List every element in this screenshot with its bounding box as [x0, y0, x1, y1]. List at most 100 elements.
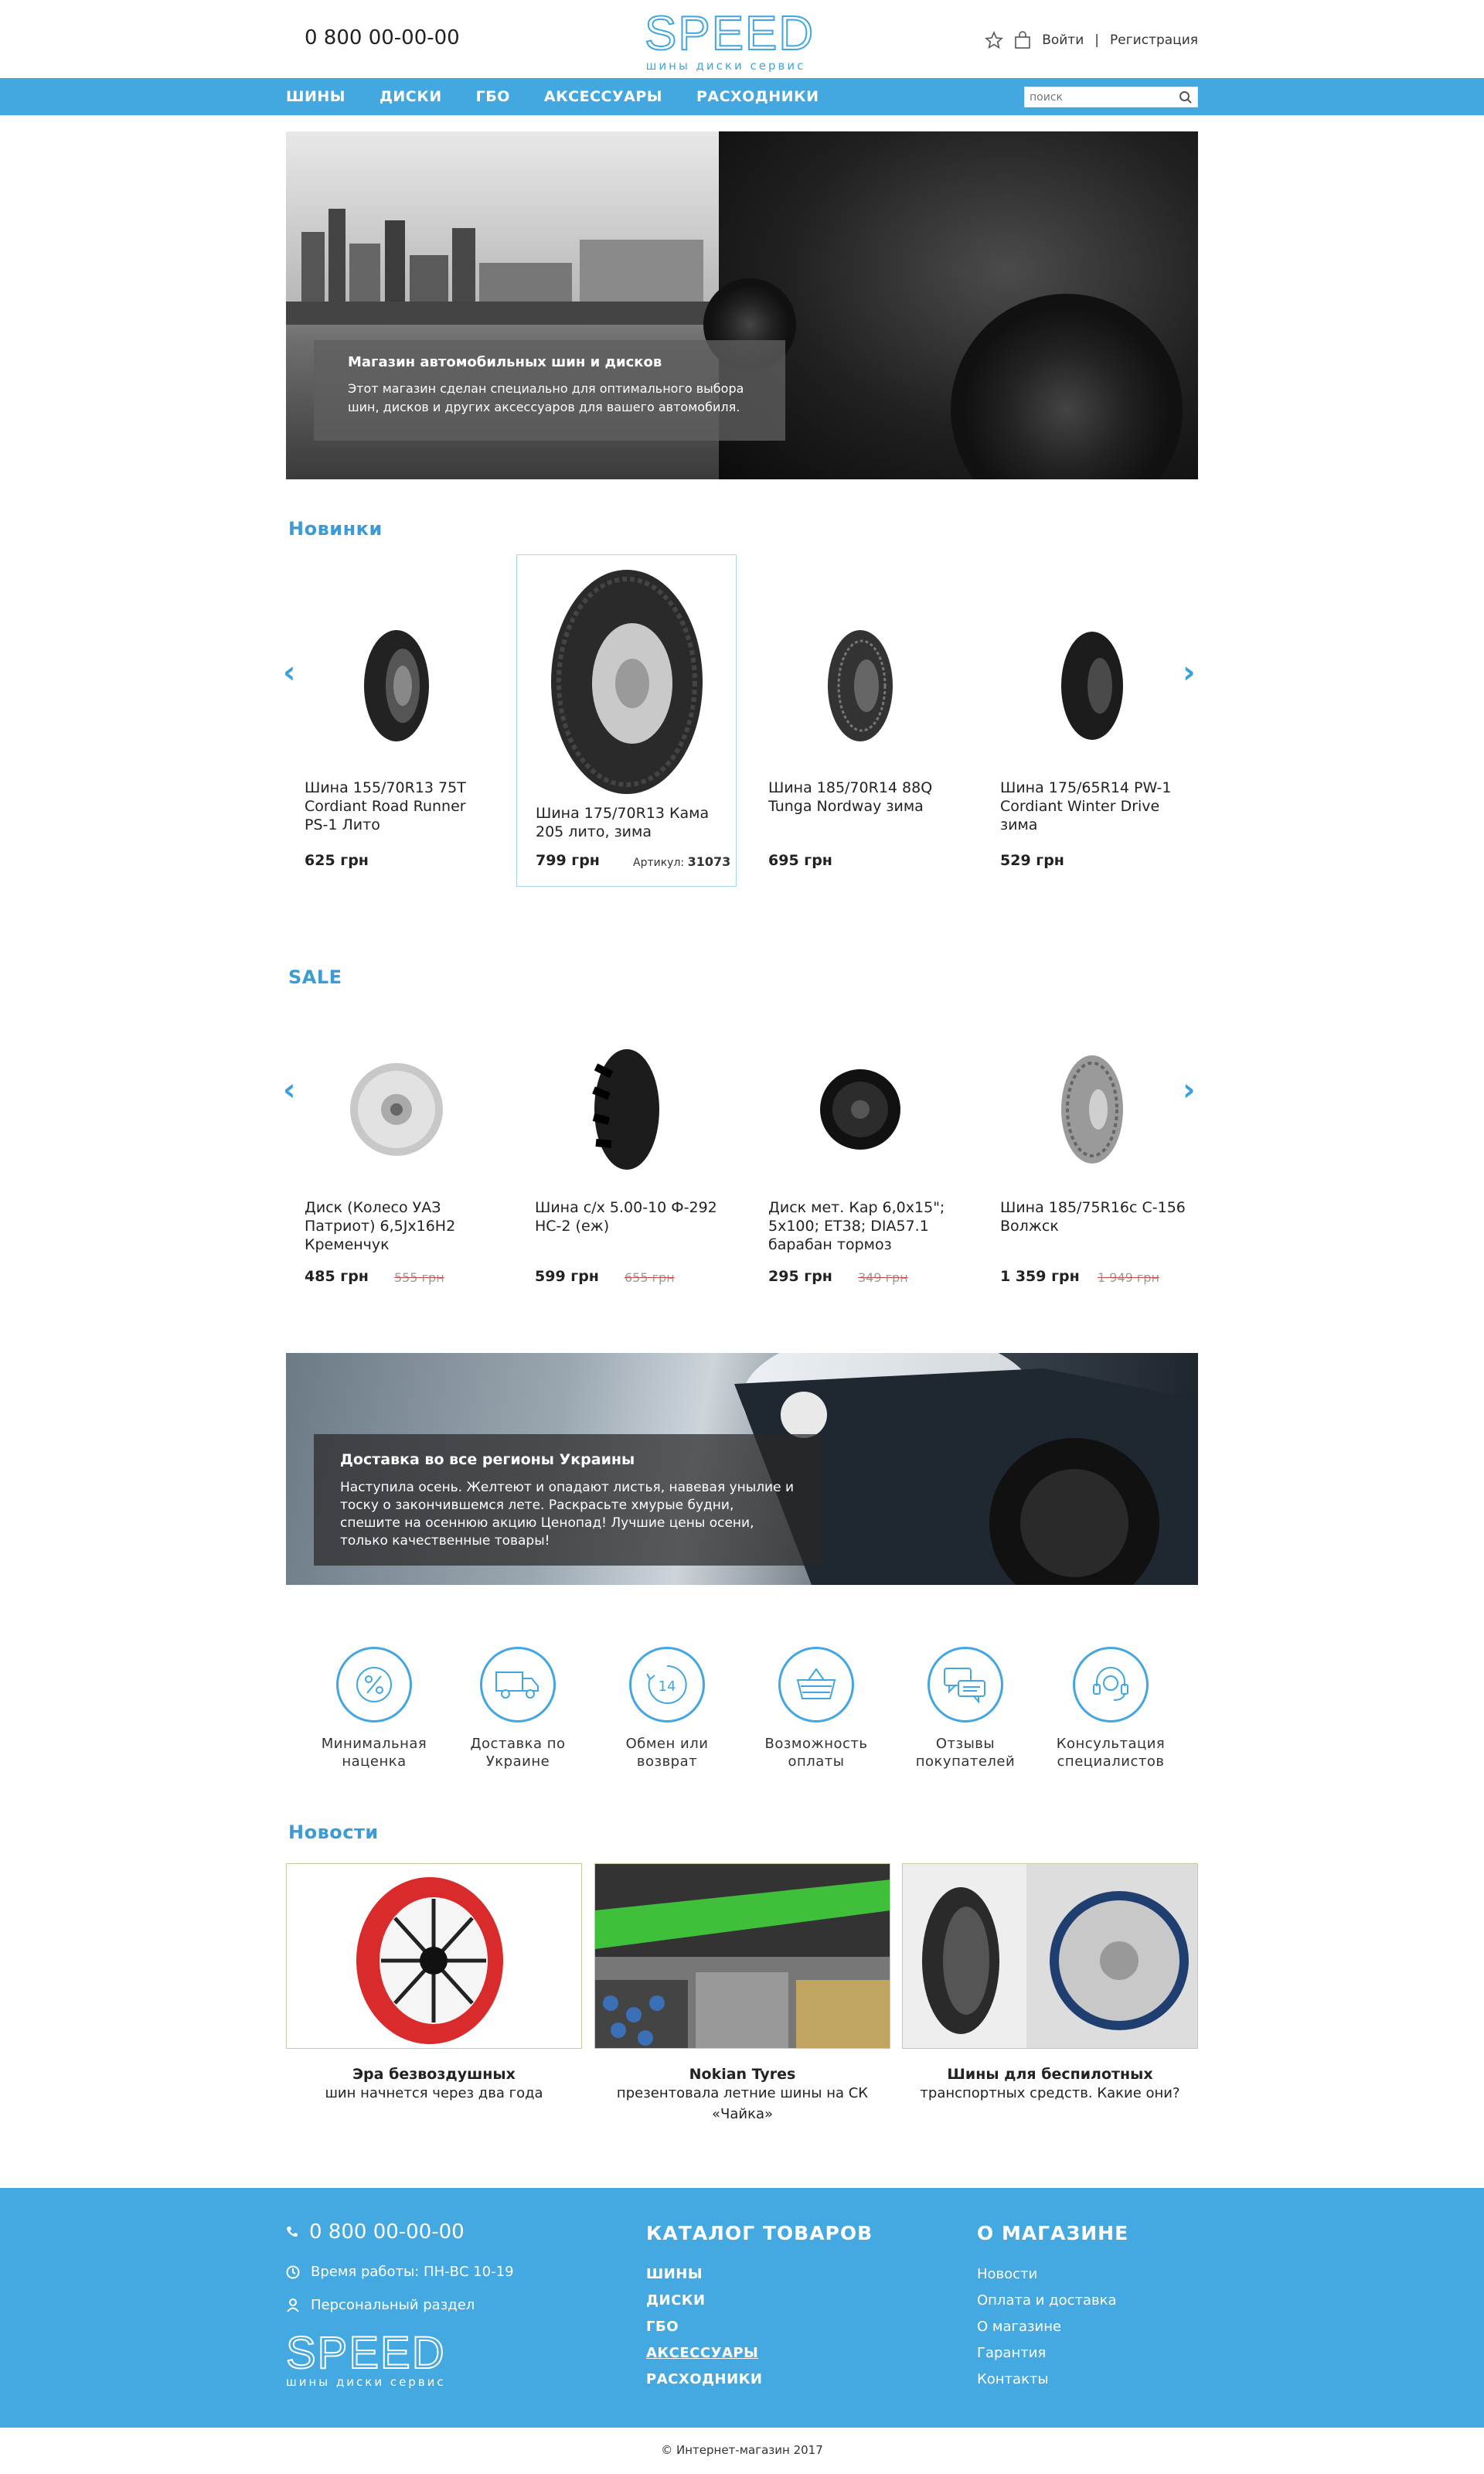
footer-link-accessories[interactable]: АКСЕССУАРЫ	[646, 2345, 873, 2361]
product-name[interactable]: Шина 175/65R14 PW-1 Cordiant Winter Driv…	[1000, 779, 1186, 834]
feature-payment[interactable]: Возможность оплаты	[754, 1647, 878, 1770]
footer-link-tires[interactable]: ШИНЫ	[646, 2266, 873, 2282]
footer-hours: Время работы: ПН-ВС 10-19	[311, 2264, 514, 2280]
news-title[interactable]: Nokian Tyres	[594, 2066, 890, 2083]
logo[interactable]: SPEED шины диски сервис	[644, 7, 815, 73]
product-image	[286, 628, 506, 744]
search-icon[interactable]	[1179, 90, 1193, 104]
feature-label: Минимальная наценка	[321, 1736, 427, 1770]
chat-icon	[944, 1668, 985, 1704]
delivery-banner[interactable]: Доставка во все регионы Украины Наступил…	[286, 1353, 1198, 1585]
footer-link-contacts[interactable]: Контакты	[977, 2371, 1128, 2387]
feature-markup[interactable]: Минимальная наценка	[312, 1647, 436, 1770]
product-name[interactable]: Шина 175/70R13 Кама 205 лито, зима	[536, 804, 721, 841]
product-image	[982, 1051, 1202, 1167]
footer: 0 800 00-00-00 Время работы: ПН-ВС 10-19…	[0, 2188, 1484, 2428]
news-item[interactable]: Nokian Tyres презентовала летние шины на…	[594, 1863, 890, 2125]
sale-card[interactable]: Диск (Колесо УАЗ Патриот) 6,5Jx16H2 Крем…	[286, 1028, 506, 1361]
nav-item-tires[interactable]: ШИНЫ	[286, 88, 345, 105]
product-name[interactable]: Шина 185/75R16с С-156 Волжск	[1000, 1198, 1186, 1235]
product-old-price: 555 грн	[394, 1270, 444, 1285]
news-image[interactable]	[594, 1863, 890, 2049]
product-card-active[interactable]: Шина 175/70R13 Кама 205 лито, зима 799 г…	[516, 554, 737, 887]
star-icon[interactable]	[985, 31, 1004, 49]
feature-delivery[interactable]: Доставка по Украине	[456, 1647, 580, 1770]
product-image	[750, 628, 970, 744]
feature-label: Отзывы покупателей	[915, 1736, 1016, 1770]
header-phone[interactable]: 0 800 00-00-00	[305, 26, 460, 49]
footer-about-title: О МАГАЗИНЕ	[977, 2222, 1129, 2244]
feature-return[interactable]: 14 Обмен или возврат	[605, 1647, 729, 1770]
product-price: 529 грн	[1000, 852, 1064, 869]
product-name[interactable]: Шина с/х 5.00-10 Ф-292 НС-2 (еж)	[535, 1198, 720, 1235]
footer-link-news[interactable]: Новости	[977, 2266, 1128, 2282]
footer-phone[interactable]: 0 800 00-00-00	[309, 2220, 465, 2244]
footer-link-warranty[interactable]: Гарантия	[977, 2345, 1128, 2361]
footer-about: О МАГАЗИНЕ Новости Оплата и доставка О м…	[977, 2222, 1128, 2397]
product-price: 695 грн	[768, 852, 832, 869]
product-name[interactable]: Диск (Колесо УАЗ Патриот) 6,5Jx16H2 Крем…	[305, 1198, 490, 1254]
product-name[interactable]: Диск мет. Кар 6,0x15"; 5x100; ET38; DIA5…	[768, 1198, 954, 1254]
footer-link-gbo[interactable]: ГБО	[646, 2319, 873, 2335]
footer-logo[interactable]: SPEED шины диски сервис	[285, 2328, 564, 2390]
product-old-price: 655 грн	[625, 1270, 675, 1285]
bag-icon[interactable]	[1014, 31, 1031, 49]
hero-banner[interactable]: Магазин автомобильных шин и дисков Этот …	[286, 131, 1198, 479]
product-card[interactable]: Шина 185/70R14 88Q Tunga Nordway зима 69…	[750, 554, 970, 887]
search-box	[1024, 87, 1198, 107]
news-section-title: Новости	[288, 1821, 379, 1843]
header-separator: |	[1094, 32, 1099, 48]
feature-consulting[interactable]: Консультация специалистов	[1049, 1647, 1173, 1770]
product-price: 599 грн	[535, 1268, 599, 1285]
sale-card[interactable]: Шина 185/75R16с С-156 Волжск 1 359 грн 1…	[982, 1028, 1202, 1361]
footer-catalog: КАТАЛОГ ТОВАРОВ ШИНЫ ДИСКИ ГБО АКСЕССУАР…	[646, 2222, 873, 2397]
clock-icon	[286, 2265, 300, 2278]
register-link[interactable]: Регистрация	[1110, 32, 1198, 48]
sale-card[interactable]: Диск мет. Кар 6,0x15"; 5x100; ET38; DIA5…	[750, 1028, 970, 1361]
news-image[interactable]	[286, 1863, 582, 2049]
copyright: © Интернет-магазин 2017	[661, 2443, 823, 2457]
nav-item-consumables[interactable]: РАСХОДНИКИ	[696, 88, 819, 105]
product-image	[286, 1059, 506, 1160]
hero-text: Этот магазин сделан специально для оптим…	[348, 381, 744, 414]
nav-item-gbo[interactable]: ГБО	[476, 88, 510, 105]
footer-personal-link[interactable]: Персональный раздел	[311, 2297, 475, 2313]
footer-link-about[interactable]: О магазине	[977, 2319, 1128, 2335]
product-card[interactable]: Шина 175/65R14 PW-1 Cordiant Winter Driv…	[982, 554, 1202, 887]
news-title[interactable]: Эра безвоздушных	[286, 2066, 582, 2083]
sale-section-title: SALE	[288, 966, 342, 988]
new-section-title: Новинки	[288, 518, 383, 540]
footer-logo-word: SPEED	[285, 2328, 446, 2378]
news-image[interactable]	[902, 1863, 1198, 2049]
news-title[interactable]: Шины для беспилотных	[902, 2066, 1198, 2083]
basket-icon	[796, 1668, 836, 1699]
nav-item-accessories[interactable]: АКСЕССУАРЫ	[544, 88, 662, 105]
hero-car-image	[703, 131, 1198, 479]
product-card[interactable]: Шина 155/70R13 75T Cordiant Road Runner …	[286, 554, 506, 887]
product-image	[517, 566, 736, 798]
login-link[interactable]: Войти	[1042, 32, 1084, 48]
product-old-price: 349 грн	[858, 1270, 908, 1285]
product-name[interactable]: Шина 185/70R14 88Q Tunga Nordway зима	[768, 779, 954, 816]
logo-tagline: шины диски сервис	[645, 59, 806, 73]
product-name[interactable]: Шина 155/70R13 75T Cordiant Road Runner …	[305, 779, 490, 834]
product-old-price: 1 949 грн	[1098, 1270, 1159, 1285]
search-input[interactable]	[1025, 87, 1172, 107]
news-item[interactable]: Шины для беспилотных транспортных средст…	[902, 1863, 1198, 2104]
return-14-icon: 14	[646, 1665, 687, 1704]
banner-caption: Доставка во все регионы Украины Наступил…	[314, 1434, 824, 1566]
truck-icon	[495, 1671, 539, 1699]
nav-item-rims[interactable]: ДИСКИ	[380, 88, 442, 105]
news-item[interactable]: Эра безвоздушных шин начнется через два …	[286, 1863, 582, 2104]
footer-link-rims[interactable]: ДИСКИ	[646, 2292, 873, 2309]
logo-word: SPEED	[644, 7, 815, 60]
news-desc: транспортных средств. Какие они?	[920, 2085, 1180, 2101]
footer-link-consumables[interactable]: РАСХОДНИКИ	[646, 2371, 873, 2387]
feature-reviews[interactable]: Отзывы покупателей	[904, 1647, 1027, 1770]
product-price: 295 грн	[768, 1268, 832, 1285]
article-label: Артикул:	[633, 857, 685, 869]
footer-link-payment[interactable]: Оплата и доставка	[977, 2292, 1128, 2309]
hero-caption: Магазин автомобильных шин и дисков Этот …	[314, 340, 785, 441]
sale-card[interactable]: Шина с/х 5.00-10 Ф-292 НС-2 (еж) 599 грн…	[516, 1028, 737, 1361]
product-price: 485 грн	[305, 1268, 369, 1285]
